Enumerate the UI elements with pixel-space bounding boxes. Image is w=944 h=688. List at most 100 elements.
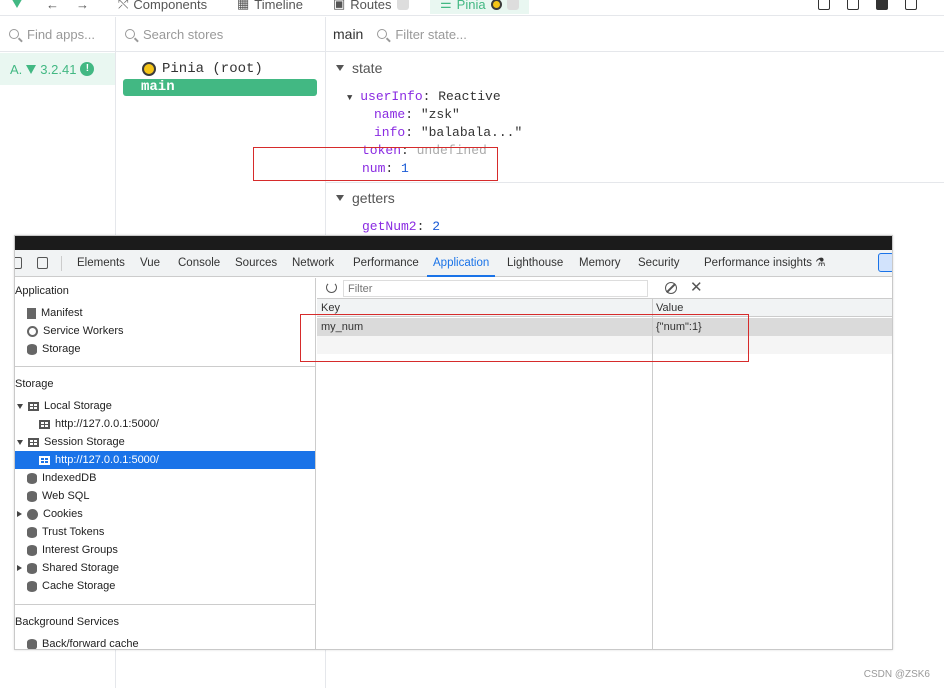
table-grid-icon bbox=[28, 401, 39, 411]
sidebar-item-local-origin[interactable]: http://127.0.0.1:5000/ bbox=[39, 415, 159, 433]
gear-icon bbox=[27, 325, 38, 337]
tab-elements[interactable]: Elements bbox=[77, 250, 125, 277]
sidebar-item-manifest[interactable]: Manifest bbox=[27, 304, 83, 322]
components-icon: ⤲ bbox=[118, 0, 129, 11]
apps-search[interactable]: Find apps... bbox=[0, 17, 115, 52]
sidebar-item-trust-tokens[interactable]: Trust Tokens bbox=[27, 523, 104, 541]
chrome-devtools-window: Elements Vue Console Sources Network Per… bbox=[14, 235, 893, 650]
getters-section-toggle[interactable]: getters bbox=[336, 190, 395, 206]
copy-icon[interactable] bbox=[818, 0, 830, 10]
app-letter: A. bbox=[10, 61, 23, 77]
database-icon bbox=[27, 526, 37, 538]
apps-search-placeholder: Find apps... bbox=[27, 26, 95, 42]
flask-icon: ⚗ bbox=[815, 257, 826, 269]
expand-arrow-icon bbox=[17, 511, 22, 517]
expand-arrow-icon bbox=[17, 403, 23, 409]
document-icon[interactable] bbox=[847, 0, 859, 10]
database-icon bbox=[27, 562, 37, 574]
save-icon[interactable] bbox=[876, 0, 888, 10]
search-icon bbox=[9, 29, 19, 39]
sidebar-item-storage[interactable]: Storage bbox=[27, 340, 81, 358]
database-icon bbox=[27, 490, 37, 502]
state-info[interactable]: info: "balabala..." bbox=[374, 125, 522, 140]
plugin-puzzle-icon bbox=[396, 0, 409, 10]
tab-routes[interactable]: ▣ Routes bbox=[333, 0, 409, 14]
vue-logo-icon bbox=[10, 0, 24, 8]
annotation-box-state bbox=[253, 147, 498, 181]
clear-all-icon[interactable] bbox=[665, 282, 677, 294]
state-section-toggle[interactable]: state bbox=[336, 60, 382, 76]
tab-timeline[interactable]: ▦ Timeline bbox=[237, 0, 303, 14]
tab-vue[interactable]: Vue bbox=[140, 250, 160, 277]
collapse-arrow-icon: ▼ bbox=[347, 93, 353, 103]
vue-devtools-toolbar: ← → ⤲ Components ▦ Timeline ▣ Routes ☰ Pinia bbox=[0, 0, 944, 16]
sidebar-item-indexeddb[interactable]: IndexedDB bbox=[27, 469, 96, 487]
refresh-icon[interactable] bbox=[326, 282, 337, 293]
sidebar-item-session-storage[interactable]: Session Storage bbox=[17, 433, 125, 451]
browser-tabstrip bbox=[15, 236, 892, 250]
application-header: Application bbox=[15, 285, 69, 297]
annotation-box-storage bbox=[300, 314, 749, 362]
sidebar-item-local-storage[interactable]: Local Storage bbox=[17, 397, 112, 415]
storage-header: Storage bbox=[15, 378, 54, 390]
application-sidebar: Application Manifest Service Workers Sto… bbox=[15, 278, 316, 649]
tab-memory[interactable]: Memory bbox=[579, 250, 621, 277]
section-divider bbox=[326, 182, 944, 183]
sidebar-item-service-workers[interactable]: Service Workers bbox=[27, 322, 123, 340]
state-userinfo[interactable]: ▼ userInfo: Reactive bbox=[347, 89, 501, 104]
database-icon bbox=[27, 544, 37, 556]
routes-icon: ▣ bbox=[333, 0, 346, 11]
sidebar-item-cookies[interactable]: Cookies bbox=[17, 505, 83, 523]
filter-input[interactable] bbox=[343, 280, 648, 297]
tab-performance[interactable]: Performance bbox=[353, 250, 419, 277]
database-icon bbox=[27, 638, 37, 649]
expand-arrow-icon bbox=[17, 565, 22, 571]
devtools-tabbar: Elements Vue Console Sources Network Per… bbox=[15, 250, 892, 277]
tab-pinia[interactable]: ☰ Pinia bbox=[430, 0, 529, 14]
tab-performance-insights[interactable]: Performance insights ⚗ bbox=[704, 250, 826, 277]
state-filter[interactable]: Filter state... bbox=[377, 27, 467, 42]
plugin-puzzle-icon bbox=[506, 0, 519, 10]
store-item-main[interactable]: main bbox=[123, 79, 317, 96]
getter-getnum2[interactable]: getNum2: 2 bbox=[362, 219, 440, 234]
cookie-icon bbox=[27, 508, 38, 520]
sidebar-item-shared-storage[interactable]: Shared Storage bbox=[17, 559, 119, 577]
inspector-title: main bbox=[333, 26, 364, 42]
app-item[interactable]: A. 3.2.41 ! bbox=[0, 53, 115, 85]
table-grid-icon bbox=[39, 455, 50, 465]
tab-sources[interactable]: Sources bbox=[235, 250, 277, 277]
app-version: 3.2.41 bbox=[40, 61, 77, 77]
device-toolbar-icon[interactable] bbox=[37, 257, 48, 269]
collapse-arrow-icon bbox=[336, 65, 344, 71]
sidebar-item-interest-groups[interactable]: Interest Groups bbox=[27, 541, 118, 559]
toolbar-divider bbox=[61, 256, 62, 271]
sidebar-divider bbox=[15, 604, 316, 605]
tab-network[interactable]: Network bbox=[292, 250, 334, 277]
stores-search[interactable]: Search stores bbox=[116, 17, 325, 52]
issues-button[interactable] bbox=[878, 253, 892, 272]
sidebar-item-session-origin[interactable]: http://127.0.0.1:5000/ bbox=[15, 451, 315, 469]
delete-selected-icon[interactable]: ✕ bbox=[690, 279, 703, 296]
vue-logo-icon bbox=[26, 64, 37, 74]
background-services-header: Background Services bbox=[15, 616, 119, 628]
sidebar-item-cache-storage[interactable]: Cache Storage bbox=[27, 577, 115, 595]
sidebar-item-bfcache[interactable]: Back/forward cache bbox=[27, 635, 139, 649]
tab-lighthouse[interactable]: Lighthouse bbox=[507, 250, 563, 277]
timeline-icon: ▦ bbox=[237, 0, 250, 11]
tab-console[interactable]: Console bbox=[178, 250, 220, 277]
sidebar-item-websql[interactable]: Web SQL bbox=[27, 487, 90, 505]
tab-application[interactable]: Application bbox=[426, 250, 496, 277]
window-icon[interactable] bbox=[905, 0, 917, 10]
state-name[interactable]: name: "zsk" bbox=[374, 107, 460, 122]
list-icon: ☰ bbox=[440, 0, 452, 11]
database-icon bbox=[27, 580, 37, 592]
store-item-root[interactable]: Pinia (root) bbox=[142, 61, 263, 77]
inspect-element-icon[interactable] bbox=[15, 257, 22, 269]
forward-arrow-icon[interactable]: → bbox=[76, 0, 89, 14]
table-grid-icon bbox=[39, 419, 50, 429]
tab-security[interactable]: Security bbox=[638, 250, 680, 277]
back-arrow-icon[interactable]: ← bbox=[46, 0, 59, 14]
storage-toolbar: ✕ bbox=[317, 278, 892, 299]
table-grid-icon bbox=[28, 437, 39, 447]
tab-components[interactable]: ⤲ Components bbox=[118, 0, 207, 14]
